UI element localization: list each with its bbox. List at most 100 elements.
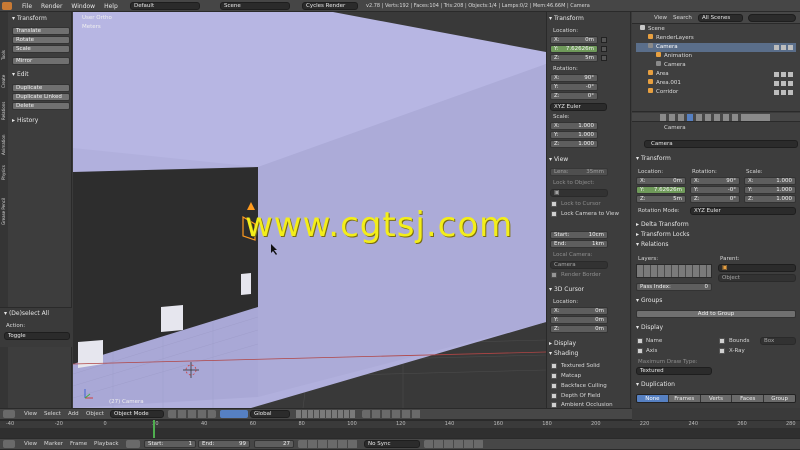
cursor-y[interactable]: Y: 0m — [550, 316, 608, 324]
view-menu[interactable]: View — [24, 411, 37, 417]
orientation-select[interactable]: Global — [250, 410, 290, 418]
npanel-rotation-mode[interactable]: XYZ Euler — [550, 103, 607, 111]
prop-transform-header[interactable]: ▾ Transform — [636, 155, 671, 162]
prop-location-z[interactable]: Z: 5m — [636, 195, 686, 203]
outliner-item[interactable]: RenderLayers — [636, 34, 796, 43]
parent-type-select[interactable]: Object — [718, 274, 796, 282]
menu-file[interactable]: File — [22, 3, 32, 10]
npanel-rotation-z[interactable]: Z: 0° — [550, 92, 598, 100]
prop-rotation-y[interactable]: Y: -0° — [690, 186, 740, 194]
lock-camera-checkbox[interactable] — [551, 211, 557, 217]
prop-scale-z[interactable]: Z: 1.000 — [744, 195, 796, 203]
3d-viewport[interactable]: User Ortho Meters (27) Camera www.cgtsj.… — [73, 12, 546, 408]
outliner-search-menu[interactable]: Search — [673, 15, 692, 21]
parent-field[interactable]: ▣ — [718, 264, 796, 272]
sync-select[interactable]: No Sync — [364, 440, 420, 448]
snap-buttons[interactable] — [362, 410, 422, 418]
current-frame-field[interactable]: 27 — [254, 440, 294, 448]
clip-end-field[interactable]: End: 1km — [550, 240, 608, 248]
bounds-type-select[interactable]: Box — [760, 337, 796, 345]
timeline-view-menu[interactable]: View — [24, 441, 37, 447]
duplicate-linked-button[interactable]: Duplicate Linked — [12, 93, 70, 101]
textured-solid-checkbox[interactable] — [551, 363, 557, 369]
lock-icon[interactable] — [601, 37, 607, 43]
scene-select[interactable]: Scene — [220, 2, 290, 10]
editor-type-icon[interactable] — [3, 410, 15, 418]
duplicate-button[interactable]: Duplicate — [12, 84, 70, 92]
playhead[interactable] — [153, 420, 155, 438]
outliner-item[interactable]: Camera — [636, 43, 796, 52]
prop-rotation-x[interactable]: X: 90° — [690, 177, 740, 185]
transform-panel-header[interactable]: ▾ Transform — [12, 15, 47, 22]
outliner-item[interactable]: Area.001 — [636, 79, 796, 88]
npanel-location-z[interactable]: Z: 5m — [550, 54, 598, 62]
rotate-button[interactable]: Rotate — [12, 36, 70, 44]
layer-buttons[interactable] — [636, 264, 712, 278]
cursor-x[interactable]: X: 0m — [550, 307, 608, 315]
end-frame-field[interactable]: End: 99 — [198, 440, 250, 448]
dup-none-tab[interactable]: None — [637, 395, 668, 402]
delta-transform-header[interactable]: ▸ Delta Transform — [636, 221, 689, 228]
lock-icon[interactable] — [601, 55, 607, 61]
operator-panel-header[interactable]: ▾ (De)select All — [4, 310, 49, 317]
npanel-shading-header[interactable]: ▾ Shading — [549, 350, 578, 357]
npanel-display-header[interactable]: ▸ Display — [549, 340, 576, 347]
outliner-search-input[interactable] — [748, 14, 796, 22]
visibility-toggles[interactable] — [774, 45, 794, 50]
layer-grid[interactable] — [296, 410, 356, 418]
tab-relations[interactable]: Relations — [1, 102, 6, 120]
tab-physics[interactable]: Physics — [1, 165, 6, 180]
prop-rotation-z[interactable]: Z: 0° — [690, 195, 740, 203]
select-menu[interactable]: Select — [44, 411, 61, 417]
npanel-view-header[interactable]: ▾ View — [549, 156, 568, 163]
local-camera-field[interactable]: Camera — [550, 261, 608, 269]
max-draw-select[interactable]: Textured — [636, 367, 712, 375]
display-header[interactable]: ▾ Display — [636, 324, 663, 331]
add-to-group-button[interactable]: Add to Group — [636, 310, 796, 318]
action-select[interactable]: Toggle — [4, 332, 70, 340]
npanel-location-x[interactable]: X: 0m — [550, 36, 598, 44]
prop-location-y[interactable]: Y: 7.62626m — [636, 186, 686, 194]
outliner-item[interactable]: Corridor — [636, 88, 796, 97]
depth-of-field-checkbox[interactable] — [551, 393, 557, 399]
screen-layout-select[interactable]: Default — [130, 2, 200, 10]
visibility-toggles[interactable] — [774, 90, 794, 95]
prop-rotation-mode[interactable]: XYZ Euler — [690, 207, 796, 215]
lens-field[interactable]: Lens: 35mm — [550, 168, 608, 176]
scale-button[interactable]: Scale — [12, 45, 70, 53]
npanel-scale-y[interactable]: Y: 1.000 — [550, 131, 598, 139]
outliner-item[interactable]: Area — [636, 70, 796, 79]
npanel-scale-x[interactable]: X: 1.000 — [550, 122, 598, 130]
timeline-ruler[interactable] — [0, 428, 800, 438]
npanel-transform-header[interactable]: ▾ Transform — [549, 15, 584, 22]
tab-grease-pencil[interactable]: Grease Pencil — [1, 198, 6, 225]
dup-verts-tab[interactable]: Verts — [699, 395, 732, 402]
start-frame-field[interactable]: Start: 1 — [144, 440, 196, 448]
duplication-header[interactable]: ▾ Duplication — [636, 381, 675, 388]
outliner-filter-select[interactable]: All Scenes — [698, 14, 743, 22]
lock-icon[interactable] — [601, 46, 607, 52]
playback-controls[interactable] — [298, 440, 358, 448]
blender-icon[interactable] — [2, 2, 12, 10]
outliner-item[interactable]: Scene — [636, 25, 796, 34]
visibility-toggles[interactable] — [774, 81, 794, 86]
mode-select[interactable]: Object Mode — [110, 410, 164, 418]
menu-render[interactable]: Render — [41, 3, 62, 10]
visibility-toggles[interactable] — [774, 72, 794, 77]
timeline-frame-menu[interactable]: Frame — [70, 441, 87, 447]
lock-to-object-field[interactable]: ▣ — [550, 189, 608, 197]
history-panel-header[interactable]: ▸ History — [12, 117, 38, 124]
properties-tab-icons[interactable] — [660, 114, 770, 121]
prop-scale-y[interactable]: Y: 1.000 — [744, 186, 796, 194]
render-engine-select[interactable]: Cycles Render — [302, 2, 358, 10]
xray-checkbox[interactable] — [719, 348, 725, 354]
translate-button[interactable]: Translate — [12, 27, 70, 35]
outliner-item[interactable]: Animation — [636, 52, 796, 61]
tab-animation[interactable]: Animation — [1, 135, 6, 155]
name-checkbox[interactable] — [637, 338, 643, 344]
timeline-marker-menu[interactable]: Marker — [44, 441, 63, 447]
timeline-playback-menu[interactable]: Playback — [94, 441, 119, 447]
outliner-item[interactable]: Camera — [636, 61, 796, 70]
keying-buttons[interactable] — [424, 440, 484, 448]
bounds-checkbox[interactable] — [719, 338, 725, 344]
